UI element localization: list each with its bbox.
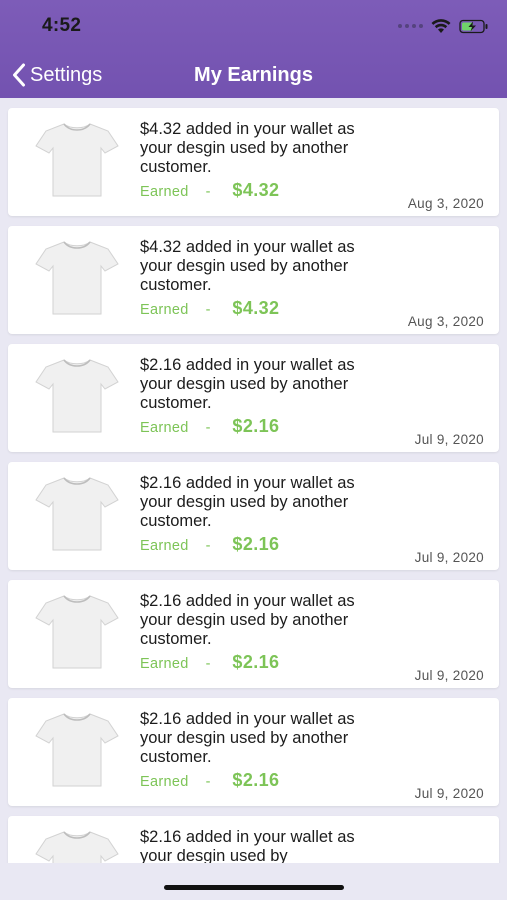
home-indicator[interactable]	[164, 885, 344, 890]
bottom-safe-area	[0, 863, 507, 900]
earning-card[interactable]: $2.16 added in your wallet as your desgi…	[8, 580, 499, 688]
tshirt-thumbnail	[35, 831, 119, 863]
earned-amount: $2.16	[232, 770, 280, 790]
earned-separator: -	[205, 302, 211, 318]
earned-separator: -	[205, 184, 211, 200]
earned-label: Earned	[140, 656, 189, 672]
earning-card[interactable]: $2.16 added in your wallet as your desgi…	[8, 816, 499, 863]
cellular-signal-icon	[398, 24, 423, 28]
earned-amount: $4.32	[232, 180, 280, 200]
earned-row: Earned - $2.16	[140, 416, 279, 438]
earned-label: Earned	[140, 774, 189, 790]
earned-row: Earned - $4.32	[140, 180, 279, 202]
earned-separator: -	[205, 538, 211, 554]
earning-date: Jul 9, 2020	[414, 432, 484, 447]
earning-card[interactable]: $4.32 added in your wallet as your desgi…	[8, 108, 499, 216]
earning-message: $2.16 added in your wallet as your desgi…	[140, 356, 355, 412]
earned-label: Earned	[140, 302, 189, 318]
earning-card[interactable]: $2.16 added in your wallet as your desgi…	[8, 698, 499, 806]
earning-card[interactable]: $2.16 added in your wallet as your desgi…	[8, 462, 499, 570]
earning-date: Jul 9, 2020	[414, 550, 484, 565]
earning-message: $2.16 added in your wallet as your desgi…	[140, 710, 355, 766]
earning-message: $4.32 added in your wallet as your desgi…	[140, 120, 355, 176]
earning-message: $2.16 added in your wallet as your desgi…	[140, 474, 355, 530]
earned-row: Earned - $2.16	[140, 652, 279, 674]
earning-message: $2.16 added in your wallet as your desgi…	[140, 592, 355, 648]
status-bar: 4:52	[0, 0, 507, 50]
earned-row: Earned - $2.16	[140, 534, 279, 556]
earning-card[interactable]: $4.32 added in your wallet as your desgi…	[8, 226, 499, 334]
tshirt-thumbnail	[35, 241, 119, 315]
earning-message: $2.16 added in your wallet as your desgi…	[140, 828, 355, 863]
earned-row: Earned - $4.32	[140, 298, 279, 320]
wifi-icon	[431, 18, 451, 33]
earning-message: $4.32 added in your wallet as your desgi…	[140, 238, 355, 294]
earned-separator: -	[205, 656, 211, 672]
app-header: 4:52 Settings My Earnings	[0, 0, 507, 98]
earned-amount: $2.16	[232, 416, 280, 436]
status-time: 4:52	[42, 15, 82, 36]
earning-date: Aug 3, 2020	[407, 314, 484, 329]
battery-charging-icon	[459, 19, 488, 33]
earned-label: Earned	[140, 420, 189, 436]
earned-row: Earned - $2.16	[140, 770, 279, 792]
earning-date: Aug 3, 2020	[407, 196, 484, 211]
earned-separator: -	[205, 420, 211, 436]
earning-card[interactable]: $2.16 added in your wallet as your desgi…	[8, 344, 499, 452]
earned-separator: -	[205, 774, 211, 790]
tshirt-thumbnail	[35, 359, 119, 433]
status-icons	[398, 16, 489, 36]
earnings-list[interactable]: $4.32 added in your wallet as your desgi…	[0, 98, 507, 863]
earned-label: Earned	[140, 538, 189, 554]
tshirt-thumbnail	[35, 595, 119, 669]
earning-date: Jul 9, 2020	[414, 786, 484, 801]
earning-date: Jul 9, 2020	[414, 668, 484, 683]
earned-amount: $2.16	[232, 652, 280, 672]
tshirt-thumbnail	[35, 123, 119, 197]
earned-label: Earned	[140, 184, 189, 200]
tshirt-thumbnail	[35, 713, 119, 787]
page-title: My Earnings	[194, 64, 313, 86]
navigation-bar: Settings My Earnings	[0, 52, 507, 96]
tshirt-thumbnail	[35, 477, 119, 551]
earned-amount: $4.32	[232, 298, 280, 318]
earned-amount: $2.16	[232, 534, 280, 554]
